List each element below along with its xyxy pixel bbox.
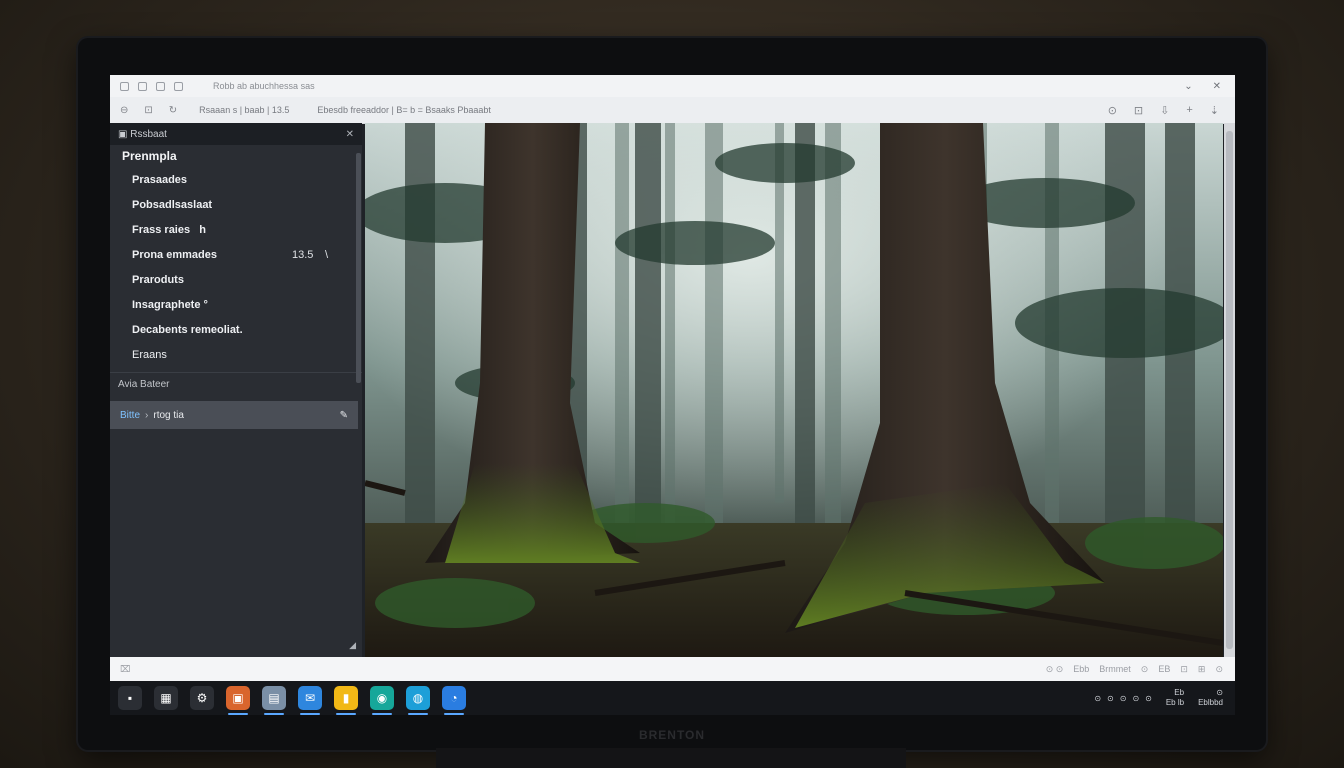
- sidebar-item-value: 13.5: [292, 248, 314, 261]
- minimize-button[interactable]: ⌄: [1184, 81, 1192, 92]
- status-item[interactable]: EB: [1158, 664, 1170, 675]
- sidebar-item[interactable]: Praroduts: [110, 267, 362, 292]
- sidebar-list: Prasaades Pobsadlsaslaat Frass raies h P…: [110, 167, 362, 367]
- content-scrollbar-thumb[interactable]: [1226, 131, 1233, 649]
- status-left-icon[interactable]: ⌧: [120, 664, 130, 675]
- taskbar-app-app-mail-icon[interactable]: ✉: [298, 686, 322, 715]
- taskbar-app-files-icon[interactable]: ▦: [154, 686, 178, 710]
- taskbar-app-app-blue-icon[interactable]: ◔: [442, 686, 466, 715]
- sidebar-item-label: Prasaades: [132, 173, 188, 186]
- toolbar-icons: ⊙ ⊡ ⇩ + ⇣: [1108, 104, 1219, 117]
- forest-image: [365, 123, 1223, 657]
- taskbar-app-app-cyan-icon[interactable]: ◍: [406, 686, 430, 715]
- notification-label: Eblbbd: [1198, 698, 1223, 707]
- status-item[interactable]: Brmmet: [1099, 664, 1131, 675]
- sidebar-header: ▣ Rssbaat ✕: [110, 123, 362, 145]
- save-icon[interactable]: ⇣: [1210, 104, 1219, 117]
- monitor-brand: BRENTON: [638, 728, 706, 742]
- tray-icon[interactable]: ⊙: [1145, 694, 1152, 703]
- window-controls: ⌄ ✕: [1184, 81, 1221, 92]
- sidebar-header-label: Rssbaat: [130, 128, 167, 140]
- sidebar: ▣ Rssbaat ✕ Prenmpla Prasaades Pobsadlsa…: [110, 123, 362, 657]
- window-icons: [120, 81, 183, 91]
- refresh-icon[interactable]: ↻: [169, 105, 177, 116]
- sidebar-close-button[interactable]: ✕: [346, 129, 354, 140]
- taskbar-app-start-icon[interactable]: ▪: [118, 686, 142, 710]
- new-tab-icon[interactable]: [174, 81, 183, 91]
- close-button[interactable]: ✕: [1213, 81, 1221, 92]
- status-item[interactable]: ⊡: [1180, 664, 1188, 675]
- status-item[interactable]: ⊙: [1141, 664, 1149, 675]
- tab-icon-2[interactable]: [156, 81, 165, 91]
- sidebar-item[interactable]: Insagraphete °: [110, 292, 362, 317]
- tray-icon[interactable]: ⊙: [1094, 694, 1101, 703]
- content-scrollbar[interactable]: [1224, 123, 1235, 657]
- breadcrumb-separator: ›: [145, 409, 149, 421]
- sidebar-item-label: Eraans: [132, 348, 167, 361]
- window-title: Robb ab abuchhessa sas: [213, 81, 315, 91]
- clock-date: Eb lb: [1165, 698, 1185, 707]
- status-bar: ⌧ ⊙ ⊙ Ebb Brmmet ⊙ EB ⊡ ⊞ ⊙: [110, 657, 1235, 681]
- sidebar-item[interactable]: Pobsadlsaslaat: [110, 192, 362, 217]
- tray-icon[interactable]: ⊙: [1107, 694, 1114, 703]
- status-right-items: ⊙ ⊙ Ebb Brmmet ⊙ EB ⊡ ⊞ ⊙: [1046, 664, 1223, 675]
- taskbar-app-app-gallery-icon[interactable]: ▤: [262, 686, 286, 715]
- sidebar-item[interactable]: Eraans: [110, 342, 362, 367]
- back-icon[interactable]: ⊖: [120, 105, 128, 116]
- taskbar-app-app-orange-icon[interactable]: ▣: [226, 686, 250, 715]
- forward-icon[interactable]: ⊡: [144, 105, 152, 116]
- sidebar-item[interactable]: Prasaades: [110, 167, 362, 192]
- system-tray: ⊙ ⊙ ⊙ ⊙ ⊙ Eb Eb lb ⊙ Eblbbd: [1094, 688, 1223, 708]
- sidebar-item[interactable]: Frass raies h: [110, 217, 362, 242]
- share-icon[interactable]: ⊡: [1134, 104, 1143, 117]
- sidebar-item-label: Frass raies: [132, 223, 191, 236]
- screen: Robb ab abuchhessa sas ⌄ ✕ ⊖ ⊡ ↻ Rsaaan …: [110, 75, 1235, 715]
- sidebar-item-label: Praroduts: [132, 273, 184, 286]
- breadcrumb-part-b[interactable]: rtog tia: [153, 410, 184, 421]
- notification-area[interactable]: ⊙ Eblbbd: [1198, 688, 1223, 708]
- sidebar-item-label: Decabents remeoliat.: [132, 323, 243, 336]
- taskbar-app-app-yellow-icon[interactable]: ▮: [334, 686, 358, 715]
- sidebar-item[interactable]: Prona emmades 13.5 \: [110, 242, 362, 267]
- notification-icon: ⊙: [1216, 688, 1223, 697]
- clock-time: Eb: [1174, 688, 1185, 697]
- taskbar: ▪ ▦ ⚙ ▣ ▤ ✉ ▮ ◉ ◍ ◔ ⊙ ⊙ ⊙ ⊙ ⊙ Eb Eb lb ⊙ Eblbbd: [110, 681, 1235, 715]
- window-menu-icon[interactable]: [120, 81, 129, 91]
- resize-handle-icon[interactable]: ◢: [349, 640, 356, 651]
- taskbar-app-chat-icon[interactable]: ⚙: [190, 686, 214, 710]
- taskbar-app-app-teal-icon[interactable]: ◉: [370, 686, 394, 715]
- taskbar-clock[interactable]: Eb Eb lb: [1166, 688, 1184, 708]
- sidebar-item-label: Insagraphete °: [132, 298, 208, 311]
- sidebar-item-value: h: [199, 223, 207, 236]
- edit-icon[interactable]: ✎: [340, 410, 348, 421]
- sidebar-item-mark: \: [325, 248, 329, 261]
- tray-icon[interactable]: ⊙: [1132, 694, 1139, 703]
- browser-titlebar: Robb ab abuchhessa sas ⌄ ✕: [110, 75, 1235, 97]
- selected-breadcrumb-row[interactable]: Bitte › rtog tia ✎: [110, 401, 358, 429]
- nav-buttons: ⊖ ⊡ ↻: [120, 105, 177, 116]
- status-item[interactable]: Ebb: [1073, 664, 1089, 675]
- tray-icon[interactable]: ⊙: [1120, 694, 1127, 703]
- breadcrumb-part-a[interactable]: Bitte: [120, 410, 140, 421]
- settings-icon[interactable]: ⊙: [1108, 104, 1117, 117]
- status-item[interactable]: ⊙: [1215, 664, 1223, 675]
- sidebar-scrollbar[interactable]: [356, 153, 361, 383]
- status-item[interactable]: ⊙ ⊙: [1046, 664, 1064, 675]
- sidebar-footer-label: Avia Bateer: [118, 379, 170, 390]
- sidebar-group-title: Prenmpla: [122, 149, 177, 163]
- download-icon[interactable]: ⇩: [1160, 104, 1169, 117]
- status-item[interactable]: ⊞: [1198, 664, 1206, 675]
- add-icon[interactable]: +: [1186, 104, 1192, 117]
- sidebar-item-label: Prona emmades: [132, 248, 217, 261]
- sidebar-header-icon: ▣: [118, 128, 131, 140]
- tab-icon[interactable]: [138, 81, 147, 91]
- sidebar-item[interactable]: Decabents remeoliat.: [110, 317, 362, 342]
- taskbar-apps: ▪ ▦ ⚙ ▣ ▤ ✉ ▮ ◉ ◍ ◔: [118, 686, 466, 715]
- sidebar-item-label: Pobsadlsaslaat: [132, 198, 213, 211]
- address-bar: ⊖ ⊡ ↻ Rsaaan s | baab | 13.5 Ebesdb free…: [110, 97, 1235, 124]
- url-field[interactable]: Rsaaan s | baab | 13.5: [199, 105, 289, 115]
- page-title-text: Ebesdb freeaddor | B= b = Bsaaks Pbaaabt: [317, 105, 491, 115]
- monitor-stand: [436, 748, 906, 768]
